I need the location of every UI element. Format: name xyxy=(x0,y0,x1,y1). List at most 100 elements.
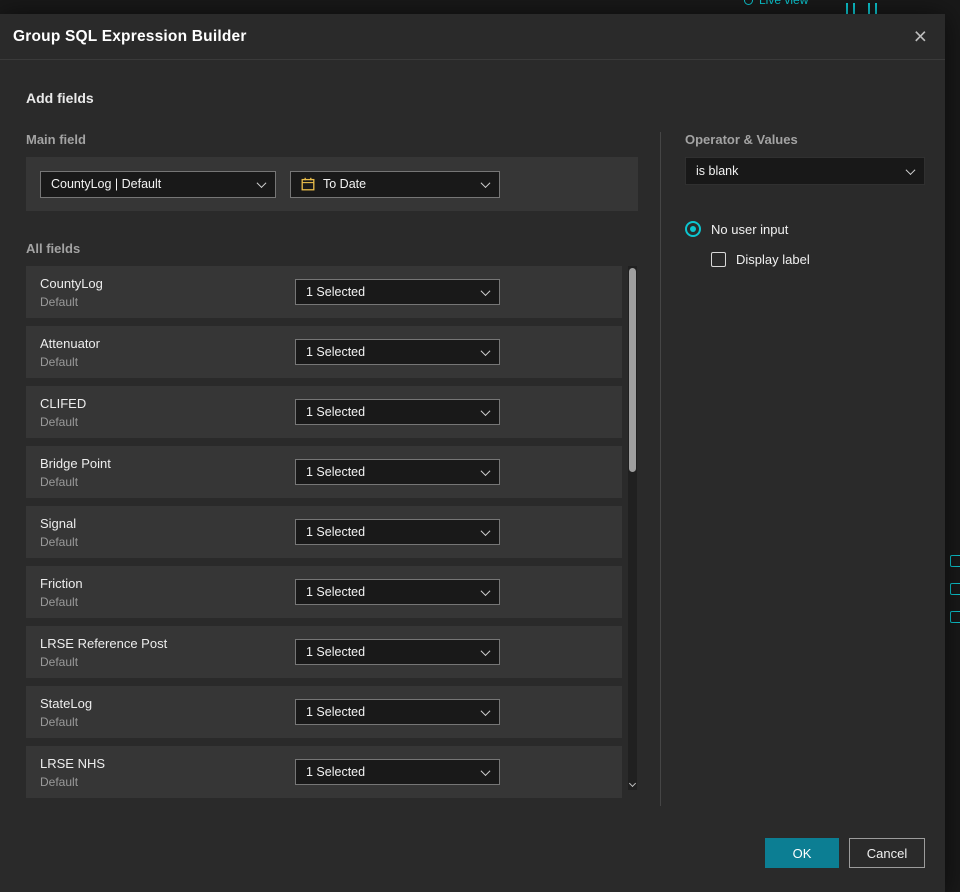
field-name: Friction xyxy=(40,575,83,591)
field-info: Signal Default xyxy=(40,516,295,549)
field-selection-dropdown[interactable]: 1 Selected xyxy=(295,279,500,305)
field-info: StateLog Default xyxy=(40,696,295,729)
dialog-columns: Main field CountyLog | Default To Date A… xyxy=(26,132,925,806)
field-subtitle: Default xyxy=(40,414,79,429)
sidebar-tool-icon[interactable] xyxy=(950,583,960,595)
field-selection-dropdown[interactable]: 1 Selected xyxy=(295,339,500,365)
live-view-toggle[interactable]: Live view xyxy=(744,0,808,7)
sidebar-tool-icon[interactable] xyxy=(950,555,960,567)
main-field-date-value: To Date xyxy=(323,177,367,191)
field-info: CLIFED Default xyxy=(40,396,295,429)
all-fields-label: All fields xyxy=(26,241,81,256)
field-subtitle: Default xyxy=(40,714,79,729)
field-name: Attenuator xyxy=(40,335,100,351)
field-subtitle: Default xyxy=(40,294,79,309)
operator-values-label: Operator & Values xyxy=(685,132,798,147)
field-selection-dropdown[interactable]: 1 Selected xyxy=(295,399,500,425)
scrollbar[interactable] xyxy=(628,266,637,790)
display-label-label: Display label xyxy=(736,252,810,267)
scrollbar-thumb[interactable] xyxy=(629,268,636,472)
toolbar-icon[interactable] xyxy=(868,3,877,14)
field-name: LRSE Reference Post xyxy=(40,635,168,651)
sidebar-tool-icon[interactable] xyxy=(950,611,960,623)
main-field-date-dropdown[interactable]: To Date xyxy=(290,170,500,198)
main-field-dropdown[interactable]: CountyLog | Default xyxy=(40,170,276,198)
field-selection-dropdown[interactable]: 1 Selected xyxy=(295,579,500,605)
dialog-footer: OK Cancel xyxy=(26,838,925,868)
chevron-down-icon xyxy=(480,585,491,596)
field-subtitle: Default xyxy=(40,474,79,489)
field-name: CountyLog xyxy=(40,275,103,291)
field-info: Attenuator Default xyxy=(40,336,295,369)
operator-dropdown-value: is blank xyxy=(696,164,739,178)
field-row: Bridge Point Default 1 Selected xyxy=(26,446,622,498)
field-name: StateLog xyxy=(40,695,93,711)
field-selection-dropdown[interactable]: 1 Selected xyxy=(295,519,500,545)
field-selection-value: 1 Selected xyxy=(306,465,366,479)
live-view-label: Live view xyxy=(759,0,809,7)
close-icon[interactable]: × xyxy=(912,25,929,48)
app-top-strip: Live view xyxy=(0,0,960,14)
field-name: Bridge Point xyxy=(40,455,111,471)
chevron-down-icon xyxy=(905,164,916,175)
field-info: Bridge Point Default xyxy=(40,456,295,489)
field-selection-value: 1 Selected xyxy=(306,285,366,299)
field-row: LRSE NHS Default 1 Selected xyxy=(26,746,622,798)
field-name: LRSE NHS xyxy=(40,755,106,771)
main-field-label: Main field xyxy=(26,132,86,147)
chevron-down-icon xyxy=(256,177,267,188)
field-row: Attenuator Default 1 Selected xyxy=(26,326,622,378)
field-name: Signal xyxy=(40,515,77,531)
field-row: LRSE Reference Post Default 1 Selected xyxy=(26,626,622,678)
field-info: LRSE Reference Post Default xyxy=(40,636,295,669)
field-subtitle: Default xyxy=(40,654,79,669)
field-info: LRSE NHS Default xyxy=(40,756,295,789)
field-selection-value: 1 Selected xyxy=(306,405,366,419)
field-selection-dropdown[interactable]: 1 Selected xyxy=(295,759,500,785)
operator-dropdown[interactable]: is blank xyxy=(685,157,925,185)
field-selection-dropdown[interactable]: 1 Selected xyxy=(295,699,500,725)
field-row: CLIFED Default 1 Selected xyxy=(26,386,622,438)
no-user-input-label: No user input xyxy=(711,221,789,237)
field-row: CountyLog Default 1 Selected xyxy=(26,266,622,318)
field-selection-dropdown[interactable]: 1 Selected xyxy=(295,639,500,665)
field-subtitle: Default xyxy=(40,594,79,609)
add-fields-heading: Add fields xyxy=(26,90,94,106)
app-right-strip xyxy=(945,14,960,892)
field-subtitle: Default xyxy=(40,774,79,789)
chevron-down-icon xyxy=(480,645,491,656)
no-user-input-row: No user input xyxy=(685,221,925,237)
display-label-checkbox[interactable] xyxy=(711,252,726,267)
field-selection-value: 1 Selected xyxy=(306,525,366,539)
field-row: Friction Default 1 Selected xyxy=(26,566,622,618)
calendar-icon xyxy=(301,177,315,191)
operator-values-column: Operator & Values is blank No user input… xyxy=(685,132,925,806)
chevron-down-icon xyxy=(480,345,491,356)
chevron-down-icon xyxy=(480,177,491,188)
cancel-button[interactable]: Cancel xyxy=(849,838,925,868)
field-selection-value: 1 Selected xyxy=(306,585,366,599)
chevron-down-icon xyxy=(480,765,491,776)
chevron-down-icon xyxy=(480,465,491,476)
field-info: Friction Default xyxy=(40,576,295,609)
main-field-dropdown-value: CountyLog | Default xyxy=(51,177,162,191)
chevron-down-icon xyxy=(480,285,491,296)
field-subtitle: Default xyxy=(40,534,79,549)
field-row: StateLog Default 1 Selected xyxy=(26,686,622,738)
fields-column: Main field CountyLog | Default To Date A… xyxy=(26,132,638,806)
chevron-down-icon xyxy=(480,405,491,416)
field-subtitle: Default xyxy=(40,354,79,369)
screen: Live view Group SQL Expression Builder ×… xyxy=(0,0,960,892)
display-label-row: Display label xyxy=(711,252,925,267)
field-row: Signal Default 1 Selected xyxy=(26,506,622,558)
all-fields-list: CountyLog Default 1 Selected Attenuator xyxy=(26,266,638,798)
field-selection-dropdown[interactable]: 1 Selected xyxy=(295,459,500,485)
field-selection-value: 1 Selected xyxy=(306,765,366,779)
no-user-input-radio[interactable] xyxy=(685,221,701,237)
ok-button[interactable]: OK xyxy=(765,838,839,868)
scroll-down-icon[interactable] xyxy=(628,779,636,788)
chevron-down-icon xyxy=(480,705,491,716)
chevron-down-icon xyxy=(480,525,491,536)
toolbar-icon[interactable] xyxy=(846,3,855,14)
group-sql-expression-builder-dialog: Group SQL Expression Builder × Add field… xyxy=(0,14,945,892)
